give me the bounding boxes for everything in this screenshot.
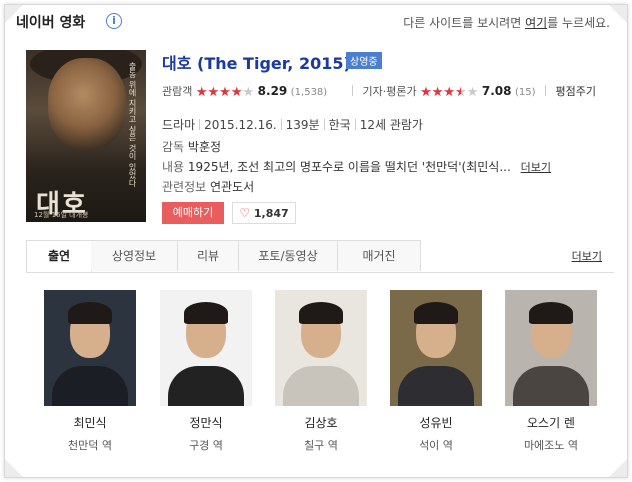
movie-poster[interactable]: 출동 위에 지키고 싶은 것이 있었다 대호 12월 16일 대개봉 [26,50,146,222]
notice-prefix: 다른 사이트를 보시려면 [403,16,522,30]
divider [354,119,356,130]
cast-role: 구경 역 [189,439,223,452]
cast-role: 칠구 역 [304,439,338,452]
tabs-more-link[interactable]: 더보기 [572,248,602,264]
divider [280,119,282,130]
director-name[interactable]: 박훈정 [188,140,221,154]
divider [199,119,201,130]
cast-role: 천만덕 역 [68,439,112,452]
redirect-link[interactable]: 여기 [525,16,547,30]
director-label: 감독 [162,140,185,154]
cast-name[interactable]: 최민식 [44,414,136,431]
critic-stars: ★★★★★★★★★★ [420,85,479,100]
cast-name[interactable]: 정만식 [160,414,252,431]
cast-name[interactable]: 오스기 렌 [505,414,597,431]
tab-showtimes[interactable]: 상영정보 [91,240,178,271]
tab-reviews[interactable]: 리뷰 [178,240,239,271]
cast-photo-body [283,366,359,406]
like-button[interactable]: ♡ 1,847 [232,202,296,224]
director-row: 감독 박훈정 [162,138,221,155]
cast-photo-body [168,366,244,406]
heart-icon: ♡ [239,206,251,220]
widget-header: 네이버 영화 i 다른 사이트를 보시려면 여기를 누르세요. [10,10,614,34]
cast-photo[interactable] [160,290,252,406]
cast-photo[interactable] [275,290,367,406]
rate-link[interactable]: 평점주기 [556,85,596,98]
cast-name[interactable]: 성유빈 [390,414,482,431]
country: 한국 [328,118,351,132]
synopsis-more-link[interactable]: 더보기 [521,161,551,174]
synopsis-row: 내용 1925년, 조선 최고의 명포수로 이름을 떨치던 '천만덕'(최민식.… [162,158,551,175]
book-ticket-button[interactable]: 예매하기 [162,202,224,224]
cast-name[interactable]: 김상호 [275,414,367,431]
genre: 드라마 [162,118,196,132]
cast-card[interactable]: 김상호칠구 역 [275,290,367,453]
audience-stars: ★★★★★★★★★★ [195,85,255,100]
synopsis-label: 내용 [162,160,185,174]
audience-count: (1,538) [290,87,328,98]
cast-card[interactable]: 오스기 렌마에조노 역 [505,290,597,453]
cast-photo-body [398,366,474,406]
cast-photo-body [513,366,589,406]
redirect-notice: 다른 사이트를 보시려면 여기를 누르세요. [403,14,610,31]
critic-label: 기자·평론가 [362,85,417,98]
movie-meta: 드라마 2015.12.16. 139분 한국 12세 관람가 [162,116,423,133]
cast-card[interactable]: 성유빈석이 역 [390,290,482,453]
critic-score: 7.08 [481,84,512,98]
corner-decoration [609,459,627,477]
corner-decoration [5,459,23,477]
related-label: 관련정보 [162,180,207,194]
audience-score: 8.29 [257,84,288,98]
status-badge: 상영중 [346,52,382,69]
tab-photo-video[interactable]: 포토/동영상 [239,240,338,271]
movie-title[interactable]: 대호 (The Tiger, 2015) [162,50,351,74]
cast-photo[interactable] [390,290,482,406]
audience-rating: 관람객 ★★★★★★★★★★ 8.29 (1,538) [162,83,327,100]
info-icon[interactable]: i [106,13,122,29]
cast-photo-hair [68,302,112,324]
cast-photo[interactable] [44,290,136,406]
critic-rating: 기자·평론가 ★★★★★★★★★★ 7.08 (15) 평점주기 [346,83,596,100]
cast-photo-body [52,366,128,406]
audience-label: 관람객 [162,85,193,98]
divider [352,85,353,96]
synopsis-text: 1925년, 조선 최고의 명포수로 이름을 떨치던 '천만덕'(최민식... [187,160,511,174]
cast-role: 석이 역 [419,439,453,452]
release-date: 2015.12.16. [204,118,277,132]
cast-role: 마에조노 역 [523,439,579,452]
tab-cast[interactable]: 출연 [26,240,92,272]
divider [545,85,547,96]
cast-photo-hair [414,302,458,324]
related-books-link[interactable]: 연관도서 [210,180,254,194]
age-rating: 12세 관람가 [359,118,423,132]
related-row: 관련정보 연관도서 [162,178,254,195]
widget-title: 네이버 영화 [16,15,86,31]
divider [323,119,325,130]
poster-tagline: 출동 위에 지키고 싶은 것이 있었다 [128,62,137,187]
runtime: 139분 [285,118,320,132]
cast-photo-hair [299,302,343,324]
like-count: 1,847 [253,207,289,220]
tab-bar: 출연 상영정보 리뷰 포토/동영상 매거진 더보기 [26,240,614,273]
critic-count: (15) [515,87,536,98]
cast-card[interactable]: 최민식천만덕 역 [44,290,136,453]
notice-suffix: 를 누르세요. [547,16,610,30]
cast-photo[interactable] [505,290,597,406]
tab-magazine[interactable]: 매거진 [338,240,421,271]
cast-photo-hair [529,302,573,324]
cast-card[interactable]: 정만식구경 역 [160,290,252,453]
poster-release-text: 12월 16일 대개봉 [34,211,89,219]
cast-photo-hair [184,302,228,324]
poster-figure-face [48,58,126,150]
